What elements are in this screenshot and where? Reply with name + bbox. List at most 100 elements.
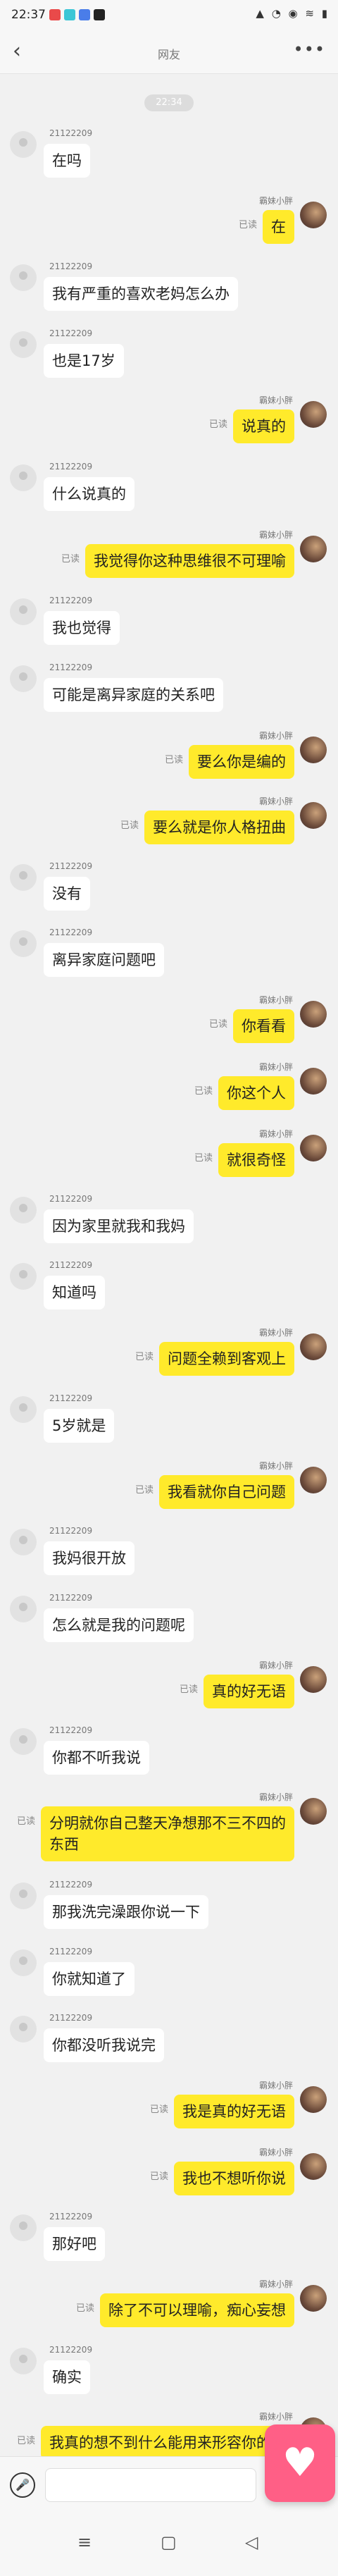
read-receipt: 已读 [149, 2104, 168, 2115]
message-bubble[interactable]: 要么就是你人格扭曲 [144, 811, 294, 844]
avatar[interactable] [300, 1001, 327, 1028]
avatar[interactable] [10, 1882, 37, 1909]
avatar[interactable] [10, 1728, 37, 1755]
sender-name: 21122209 [49, 1880, 93, 1890]
avatar[interactable] [300, 202, 327, 228]
message-bubble[interactable]: 要么你是编的 [189, 745, 294, 779]
message-bubble[interactable]: 5岁就是 [44, 1409, 115, 1443]
avatar[interactable] [300, 2285, 327, 2312]
avatar[interactable] [300, 1333, 327, 1360]
avatar[interactable] [10, 665, 37, 692]
message-bubble[interactable]: 没有 [44, 877, 90, 911]
message-bubble[interactable]: 怎么就是我的问题呢 [44, 1608, 194, 1642]
home-icon[interactable]: ▢ [161, 2532, 177, 2552]
avatar[interactable] [10, 864, 37, 891]
read-receipt: 已读 [208, 1019, 227, 1030]
back-nav-icon[interactable]: ◁ [245, 2532, 258, 2552]
message-bubble[interactable]: 在吗 [44, 144, 90, 178]
message-bubble[interactable]: 那我洗完澡跟你说一下 [44, 1895, 208, 1929]
message-bubble[interactable]: 问题全赖到客观上 [159, 1342, 294, 1376]
sender-name: 21122209 [49, 261, 93, 271]
message-bubble[interactable]: 我也觉得 [44, 611, 120, 645]
avatar[interactable] [300, 2086, 327, 2113]
avatar[interactable] [300, 1467, 327, 1493]
avatar[interactable] [10, 1396, 37, 1423]
sender-name: 21122209 [49, 1194, 93, 1204]
message-bubble[interactable]: 你就知道了 [44, 1962, 134, 1996]
message-bubble[interactable]: 分明就你自己整天净想那不三不四的东西 [41, 1806, 294, 1861]
message-bubble[interactable]: 就很奇怪 [218, 1143, 294, 1177]
message-bubble[interactable]: 什么说真的 [44, 477, 134, 511]
avatar[interactable] [300, 1068, 327, 1095]
sender-name: 21122209 [49, 596, 93, 605]
message-input[interactable] [45, 2468, 256, 2502]
message-bubble[interactable]: 我也不想听你说 [174, 2162, 294, 2195]
sender-name: 21122209 [49, 1947, 93, 1956]
message-bubble[interactable]: 在 [263, 210, 294, 244]
avatar[interactable] [10, 1263, 37, 1290]
message-bubble[interactable]: 确实 [44, 2360, 90, 2394]
message-bubble[interactable]: 真的好无语 [204, 1675, 294, 1708]
message-bubble[interactable]: 可能是离异家庭的关系吧 [44, 678, 223, 712]
more-icon[interactable]: ••• [294, 39, 325, 59]
avatar[interactable] [10, 1197, 37, 1224]
message-bubble[interactable]: 你都没听我说完 [44, 2028, 164, 2062]
message-bubble[interactable]: 我是真的好无语 [174, 2095, 294, 2128]
read-receipt: 已读 [134, 1352, 154, 1362]
heart-icon[interactable]: ♥ [265, 2424, 335, 2502]
message-bubble[interactable]: 说真的 [233, 409, 294, 443]
read-receipt: 已读 [134, 1485, 154, 1496]
avatar[interactable] [10, 930, 37, 957]
avatar[interactable] [300, 737, 327, 763]
avatar[interactable] [300, 802, 327, 829]
message-bubble[interactable]: 离异家庭问题吧 [44, 943, 164, 977]
system-status-icons: ▲ ◔ ◉ ≋ ▮ [256, 7, 330, 20]
avatar[interactable] [10, 2016, 37, 2042]
message-bubble[interactable]: 你这个人 [218, 1076, 294, 1110]
avatar[interactable] [300, 1798, 327, 1825]
avatar[interactable] [10, 1596, 37, 1622]
sender-name: 21122209 [49, 1725, 93, 1735]
message-bubble[interactable]: 我觉得你这种思维很不可理喻 [85, 544, 294, 578]
avatar[interactable] [10, 2214, 37, 2241]
message-bubble[interactable]: 我看就你自己问题 [159, 1475, 294, 1509]
avatar[interactable] [10, 331, 37, 358]
sender-name: 霸妹小胖 [258, 1461, 293, 1471]
mic-icon[interactable]: 🎤 [10, 2472, 35, 2498]
message-bubble[interactable]: 知道吗 [44, 1276, 105, 1309]
message-bubble[interactable]: 我妈很开放 [44, 1541, 134, 1575]
avatar[interactable] [10, 131, 37, 158]
avatar[interactable] [10, 464, 37, 491]
avatar[interactable] [300, 1666, 327, 1693]
message-bubble[interactable]: 那好吧 [44, 2227, 105, 2261]
sender-name: 霸妹小胖 [258, 2147, 293, 2157]
app-notification-icon [49, 9, 61, 20]
avatar[interactable] [10, 1949, 37, 1976]
message-bubble[interactable]: 也是17岁 [44, 344, 124, 378]
sender-name: 霸妹小胖 [258, 995, 293, 1005]
avatar[interactable] [300, 1135, 327, 1161]
avatar[interactable] [10, 598, 37, 625]
avatar[interactable] [10, 2348, 37, 2374]
read-receipt: 已读 [75, 2303, 94, 2314]
message-bubble[interactable]: 我真的想不到什么能用来形容你的了 [41, 2426, 294, 2460]
app-notification-icon [64, 9, 75, 20]
avatar[interactable] [10, 264, 37, 291]
avatar[interactable] [10, 1529, 37, 1555]
avatar[interactable] [300, 536, 327, 562]
menu-icon[interactable]: ≡ [77, 2532, 92, 2552]
avatar[interactable] [300, 401, 327, 428]
sender-name: 霸妹小胖 [258, 196, 293, 206]
message-bubble[interactable]: 你看看 [233, 1009, 294, 1043]
sender-name: 霸妹小胖 [258, 796, 293, 806]
message-bubble[interactable]: 你都不听我说 [44, 1741, 149, 1775]
message-bubble[interactable]: 除了不可以理喻，痴心妄想 [100, 2293, 294, 2327]
sender-name: 21122209 [49, 928, 93, 937]
sender-name: 21122209 [49, 2345, 93, 2355]
status-bar: 22:37 ▲ ◔ ◉ ≋ ▮ [0, 0, 338, 31]
app-notification-icon [94, 9, 105, 20]
message-bubble[interactable]: 因为家里就我和我妈 [44, 1209, 194, 1243]
message-bubble[interactable]: 我有严重的喜欢老妈怎么办 [44, 277, 238, 311]
sender-name: 霸妹小胖 [258, 1328, 293, 1338]
avatar[interactable] [300, 2153, 327, 2180]
